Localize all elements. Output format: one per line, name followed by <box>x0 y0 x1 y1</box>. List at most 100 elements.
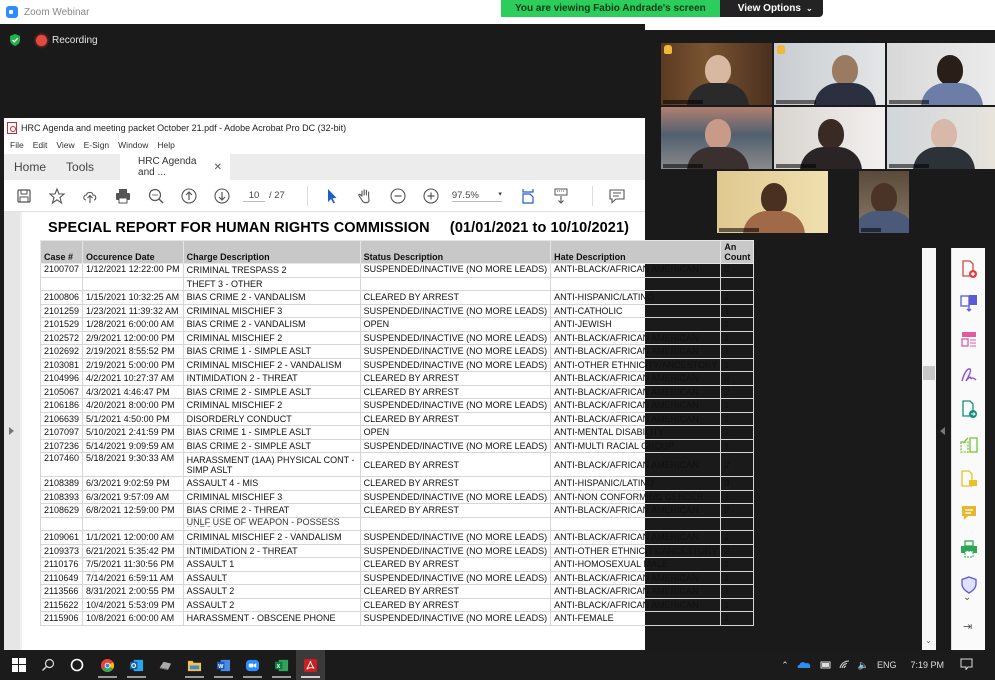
cell-status: CLEARED BY ARREST <box>359 371 552 386</box>
tab-home[interactable]: Home <box>4 154 56 180</box>
generic-app-icon <box>159 661 172 670</box>
cell-status: CLEARED BY ARREST <box>359 290 552 305</box>
create-pdf-icon[interactable] <box>960 260 978 278</box>
zoom-in-icon[interactable] <box>419 184 443 208</box>
cell-charge: INTIMIDATION 2 - THREAT <box>182 371 361 386</box>
cell-count: 1 <box>720 438 755 453</box>
scrollbar-thumb[interactable] <box>923 366 935 380</box>
taskbar-excel[interactable]: X <box>267 650 296 680</box>
table-row: 2108389 6/3/2021 9:02:59 PM ASSAULT 4 - MI… <box>39 476 755 491</box>
edit-pdf-icon[interactable] <box>960 470 978 488</box>
zoom-out-icon[interactable] <box>386 184 410 208</box>
cell-charge: THEFT 3 - OTHER <box>182 276 361 291</box>
participant-tile[interactable] <box>661 43 772 105</box>
cell-case: 2110649 <box>39 570 84 585</box>
menu-view[interactable]: View <box>56 140 74 150</box>
bookmark-star-icon[interactable] <box>45 184 69 208</box>
cell-status: CLEARED BY ARREST <box>359 597 552 612</box>
clock-time[interactable]: 7:19 PM <box>910 660 944 670</box>
compress-pdf-icon[interactable] <box>960 436 978 454</box>
cell-case: 2106639 <box>39 411 84 426</box>
menu-help[interactable]: Help <box>157 140 174 150</box>
scroll-down-icon[interactable]: ⌄ <box>925 636 932 645</box>
previous-page-icon[interactable] <box>177 184 201 208</box>
fill-sign-icon[interactable] <box>960 366 978 384</box>
table-row: 2102572 2/9/2021 12:00:00 PM CRIMINAL MISC… <box>39 330 755 345</box>
participant-tile[interactable] <box>774 107 885 169</box>
cell-status: SUSPENDED/INACTIVE (NO MORE LEADS) <box>359 344 552 359</box>
close-tab-icon[interactable]: ✕ <box>214 162 222 173</box>
scroll-mode-icon[interactable] <box>549 184 573 208</box>
table-row: 2110176 7/5/2021 11:30:56 PM ASSAULT 1 CLEA… <box>39 557 755 572</box>
comment-tool-icon[interactable] <box>960 504 978 522</box>
comment-icon[interactable] <box>605 184 629 208</box>
windows-taskbar: W X ⌃ 🔈 ENG 7:19 PM <box>0 650 995 680</box>
onedrive-icon[interactable] <box>797 660 811 670</box>
show-hidden-icons-icon[interactable]: ⌃ <box>781 660 789 671</box>
next-page-icon[interactable] <box>210 184 234 208</box>
cell-date: 1/1/2021 12:00:00 AM <box>82 530 184 545</box>
clipped-charge-text: UNLF USE OF WEAPON - POSSESS ILLEGAL <box>186 517 340 527</box>
cell-status: OPEN <box>359 317 552 332</box>
vertical-scrollbar[interactable] <box>922 248 936 650</box>
collapse-tools-pane-icon[interactable] <box>940 427 945 435</box>
print-production-icon[interactable] <box>960 540 978 558</box>
cell-date: 4/20/2021 8:00:00 PM <box>82 398 184 413</box>
zoom-titlebar: Zoom Webinar <box>0 0 995 24</box>
participant-tile[interactable] <box>717 171 828 233</box>
combine-files-icon[interactable] <box>960 294 978 312</box>
tab-document[interactable]: HRC Agenda and ... ✕ <box>120 154 231 180</box>
page-fit-icon[interactable] <box>516 184 540 208</box>
taskbar-chrome[interactable] <box>93 650 122 680</box>
taskbar-file-explorer[interactable] <box>180 650 209 680</box>
more-tools-chevron-icon[interactable]: ⌄ <box>963 592 971 603</box>
security-shield-icon[interactable] <box>8 33 22 47</box>
zoom-level-dropdown[interactable]: 97.5% ▾ <box>451 189 502 202</box>
battery-power-icon[interactable] <box>819 660 831 671</box>
save-icon[interactable] <box>12 184 36 208</box>
col-header-hate: Hate Description <box>550 240 722 264</box>
taskbar-word[interactable]: W <box>209 650 238 680</box>
cortana-button[interactable] <box>62 650 91 680</box>
language-indicator[interactable]: ENG <box>877 660 897 670</box>
taskbar-zoom[interactable] <box>238 650 267 680</box>
participant-tile[interactable] <box>661 107 772 169</box>
taskbar-outlook[interactable] <box>122 650 151 680</box>
wifi-icon[interactable] <box>839 659 850 671</box>
svg-text:X: X <box>276 663 280 669</box>
participant-tile[interactable] <box>887 107 995 169</box>
menu-esign[interactable]: E-Sign <box>84 140 110 150</box>
cell-case: 2108629 <box>39 503 84 518</box>
zoom-level-value: 97.5% <box>451 189 479 201</box>
cell-case: 2110176 <box>39 557 84 572</box>
cell-date <box>82 276 184 291</box>
menu-edit[interactable]: Edit <box>33 140 48 150</box>
view-options-button[interactable]: View Options ⌄ <box>719 0 823 17</box>
print-icon[interactable] <box>111 184 135 208</box>
action-center-icon[interactable] <box>960 658 973 672</box>
upload-cloud-icon[interactable] <box>78 184 102 208</box>
left-nav-rail <box>4 212 20 650</box>
menu-file[interactable]: File <box>10 140 24 150</box>
cell-hate: ANTI-BLACK/AFRICAN AMERICAN <box>550 503 722 518</box>
participant-tile[interactable] <box>774 43 885 105</box>
search-button[interactable] <box>33 650 62 680</box>
tab-tools[interactable]: Tools <box>56 154 104 180</box>
expand-left-pane-icon[interactable] <box>9 427 14 435</box>
start-button[interactable] <box>4 650 33 680</box>
taskbar-app[interactable] <box>151 650 180 680</box>
participant-tile[interactable] <box>859 171 909 233</box>
participant-tile[interactable] <box>887 43 995 105</box>
volume-icon[interactable]: 🔈 <box>858 660 869 671</box>
taskbar-acrobat[interactable] <box>296 650 325 680</box>
hand-tool-icon[interactable] <box>353 184 377 208</box>
expand-panel-icon[interactable]: ⇥ <box>963 620 972 633</box>
export-pdf-icon[interactable] <box>960 400 978 418</box>
search-icon <box>41 658 54 671</box>
organize-pages-icon[interactable] <box>960 330 978 348</box>
current-page-input[interactable] <box>243 189 265 202</box>
select-cursor-icon[interactable] <box>320 184 344 208</box>
cell-status: SUSPENDED/INACTIVE (NO MORE LEADS) <box>359 438 552 453</box>
zoom-search-icon[interactable] <box>144 184 168 208</box>
menu-window[interactable]: Window <box>118 140 148 150</box>
